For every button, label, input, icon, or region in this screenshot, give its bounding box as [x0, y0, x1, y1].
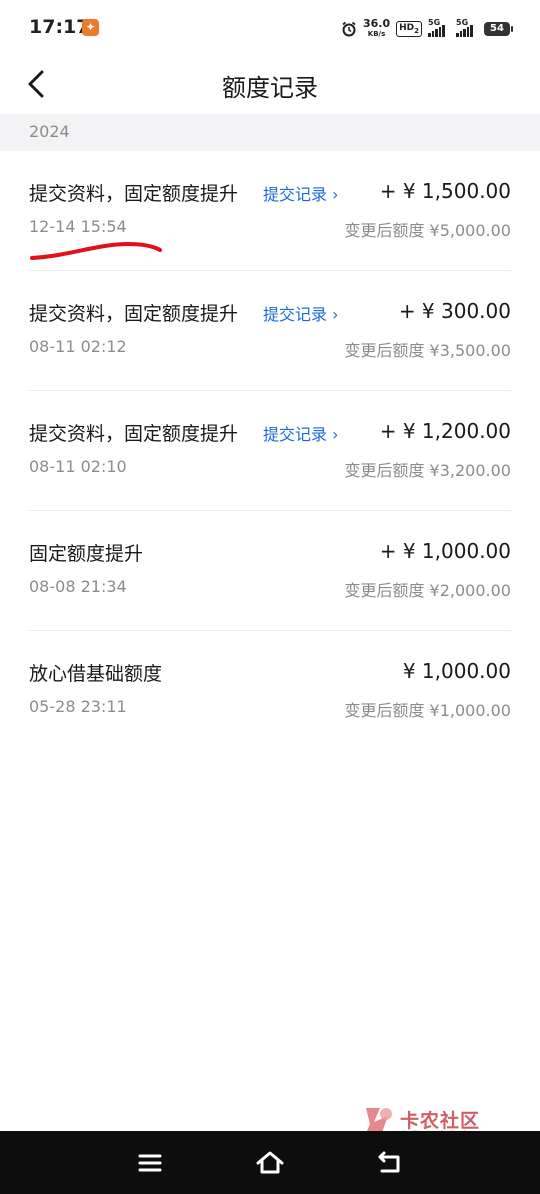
red-underline-annotation [30, 241, 162, 260]
record-amount: + ¥ 300.00 [398, 299, 511, 323]
hd-voice-badge: HD2 [396, 20, 422, 38]
list-item: 固定额度提升 + ¥ 1,000.00 08-08 21:34 变更后额度 ¥2… [0, 511, 540, 631]
record-title: 放心借基础额度 [29, 663, 163, 685]
return-icon [378, 1151, 400, 1173]
record-title: 提交资料，固定额度提升 [29, 303, 239, 325]
network-speed: 36.0 KB/s [362, 17, 391, 39]
record-new-limit: 变更后额度 ¥3,200.00 [344, 461, 511, 480]
menu-icon [138, 1154, 162, 1172]
system-navigation-bar [0, 1131, 540, 1194]
battery-icon: 54 [484, 22, 513, 36]
status-time: 17:17 [29, 16, 90, 38]
list-item: 提交资料，固定额度提升 提交记录 › + ¥ 1,200.00 08-11 02… [0, 391, 540, 511]
submission-record-link[interactable]: 提交记录 › [263, 301, 339, 325]
record-time: 08-11 02:12 [29, 337, 127, 356]
record-time: 08-08 21:34 [29, 577, 127, 596]
signal-sim1-icon: 5G [428, 18, 450, 37]
record-amount: + ¥ 1,200.00 [379, 419, 511, 443]
sim2-label: 5G [456, 18, 469, 27]
submission-record-link[interactable]: 提交记录 › [263, 421, 339, 445]
submission-record-link[interactable]: 提交记录 › [263, 181, 339, 205]
network-speed-unit: KB/s [367, 30, 386, 38]
sim1-label: 5G [428, 18, 441, 27]
record-amount: + ¥ 1,000.00 [379, 539, 511, 563]
record-new-limit: 变更后额度 ¥1,000.00 [344, 701, 511, 720]
record-list: 提交资料，固定额度提升 提交记录 › + ¥ 1,500.00 12-14 15… [0, 151, 540, 751]
list-item: 提交资料，固定额度提升 提交记录 › + ¥ 1,500.00 12-14 15… [0, 151, 540, 271]
home-icon [256, 1151, 284, 1174]
record-new-limit: 变更后额度 ¥2,000.00 [344, 581, 511, 600]
menu-button[interactable] [132, 1145, 168, 1181]
year-label: 2024 [29, 122, 70, 141]
year-section-header: 2024 [0, 114, 540, 151]
status-indicators: 36.0 KB/s HD2 5G 5G 54 [341, 17, 513, 41]
list-item: 提交资料，固定额度提升 提交记录 › + ¥ 300.00 08-11 02:1… [0, 271, 540, 391]
list-item: 放心借基础额度 ¥ 1,000.00 05-28 23:11 变更后额度 ¥1,… [0, 631, 540, 751]
record-time: 12-14 15:54 [29, 217, 127, 236]
page-title: 额度记录 [222, 74, 318, 102]
hd-sub-label: 2 [414, 26, 419, 35]
alarm-icon [342, 21, 356, 37]
status-bar: 17:17 ✦ 36.0 KB/s HD2 5G 5G 54 [0, 0, 540, 56]
record-amount: + ¥ 1,500.00 [379, 179, 511, 203]
record-new-limit: 变更后额度 ¥3,500.00 [344, 341, 511, 360]
home-button[interactable] [252, 1145, 288, 1181]
record-title: 固定额度提升 [29, 543, 144, 565]
network-speed-value: 36.0 [362, 17, 391, 30]
record-time: 05-28 23:11 [29, 697, 127, 716]
record-title: 提交资料，固定额度提升 [29, 423, 239, 445]
page-header: 额度记录 [0, 56, 540, 114]
record-new-limit: 变更后额度 ¥5,000.00 [344, 221, 511, 240]
signal-sim2-icon: 5G [456, 18, 478, 37]
record-title: 提交资料，固定额度提升 [29, 183, 239, 205]
hd-label: HD [399, 22, 415, 33]
record-time: 08-11 02:10 [29, 457, 127, 476]
back-nav-button[interactable] [372, 1145, 408, 1181]
app-notification-icon: ✦ [82, 19, 99, 36]
record-amount: ¥ 1,000.00 [402, 659, 511, 683]
